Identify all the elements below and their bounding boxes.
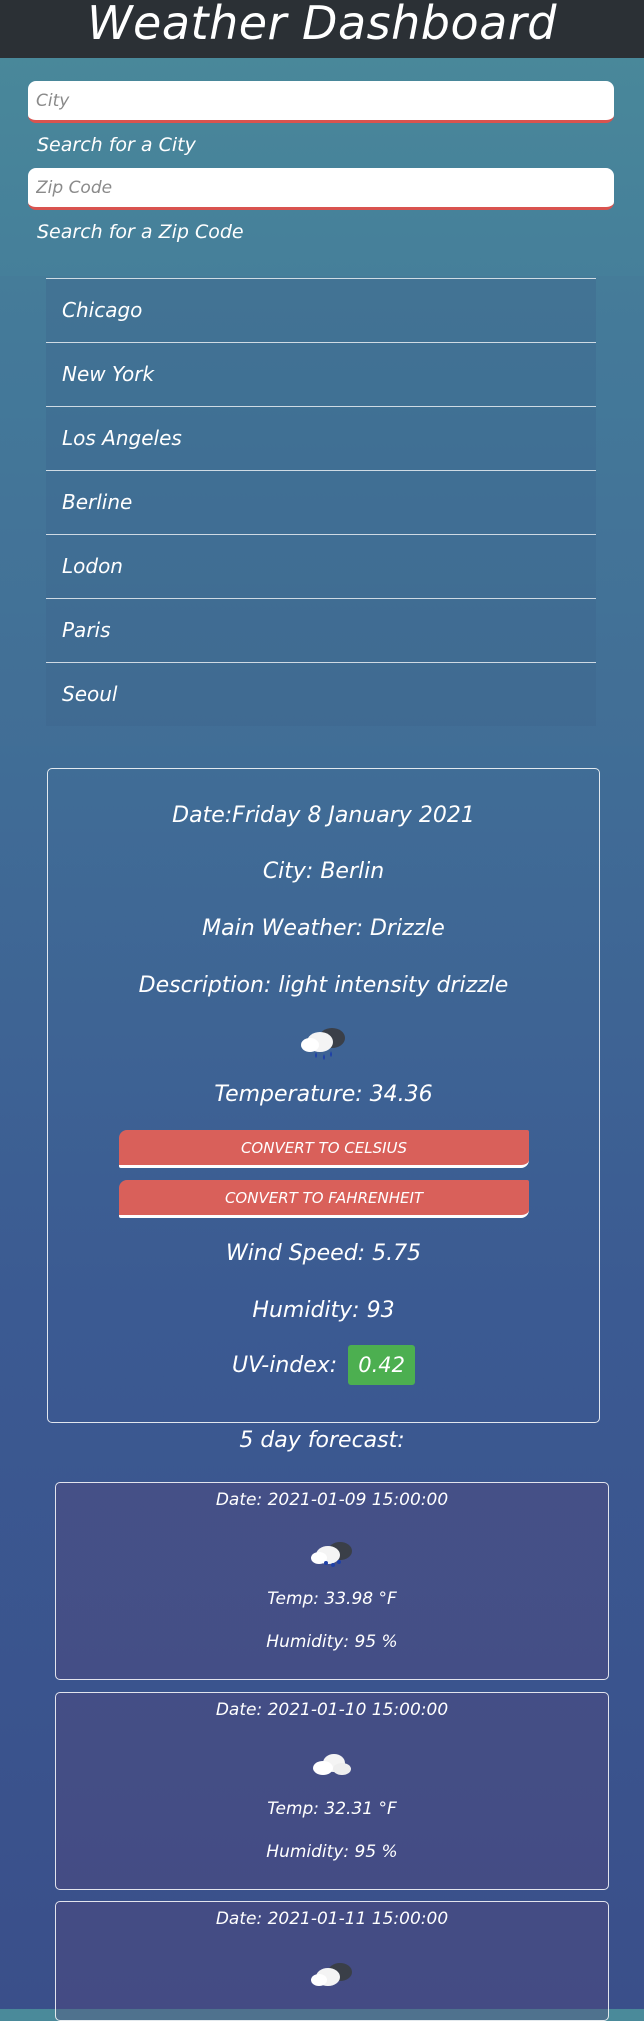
current-weather-card: Date:Friday 8 January 2021 City: Berlin … (47, 768, 600, 1423)
city-item-lodon[interactable]: Lodon (46, 534, 596, 598)
current-humidity: Humidity: 93 (252, 1298, 395, 1323)
drizzle-cloud-icon (300, 1028, 345, 1060)
zip-search-label[interactable]: Search for a Zip Code (37, 221, 244, 243)
current-main-weather: Main Weather: Drizzle (202, 916, 445, 941)
cloud-icon (313, 1754, 351, 1775)
current-date: Date:Friday 8 January 2021 (172, 803, 475, 828)
city-search-input[interactable] (36, 91, 606, 111)
dark-cloud-icon (311, 1963, 352, 1986)
forecast-card: Date: 2021-01-11 15:00:00 (55, 1901, 609, 2021)
forecast-card: Date: 2021-01-09 15:00:00 Temp: 33.98 °F… (55, 1482, 609, 1680)
city-search-label[interactable]: Search for a City (37, 134, 196, 156)
forecast-card: Date: 2021-01-10 15:00:00 Temp: 32.31 °F… (55, 1692, 609, 1890)
current-wind-speed: Wind Speed: 5.75 (225, 1241, 422, 1266)
city-item-los-angeles[interactable]: Los Angeles (46, 406, 596, 470)
zip-search-field[interactable] (28, 168, 614, 210)
city-search-field[interactable] (28, 81, 614, 123)
city-item-paris[interactable]: Paris (46, 598, 596, 662)
forecast-humidity: Humidity: 95 % (266, 1632, 398, 1652)
page-title: Weather Dashboard (87, 0, 557, 50)
current-city: City: Berlin (262, 859, 385, 884)
city-item-chicago[interactable]: Chicago (46, 278, 596, 342)
forecast-title: 5 day forecast: (239, 1428, 405, 1453)
current-temperature: Temperature: 34.36 (214, 1082, 433, 1107)
current-description: Description: light intensity drizzle (138, 973, 509, 998)
zip-search-input[interactable] (36, 178, 606, 198)
uv-index-label: UV-index: (232, 1353, 338, 1378)
city-item-berline[interactable]: Berline (46, 470, 596, 534)
forecast-date: Date: 2021-01-09 15:00:00 (215, 1490, 449, 1510)
forecast-humidity: Humidity: 95 % (266, 1842, 398, 1862)
app-header: Weather Dashboard (0, 0, 644, 58)
forecast-date: Date: 2021-01-10 15:00:00 (215, 1700, 449, 1720)
rain-snow-cloud-icon (311, 1542, 352, 1567)
city-item-new-york[interactable]: New York (46, 342, 596, 406)
convert-celsius-button[interactable]: Convert to celsius (119, 1130, 529, 1168)
city-history-list: Chicago New York Los Angeles Berline Lod… (46, 278, 596, 726)
forecast-temp: Temp: 32.31 °F (267, 1799, 397, 1819)
uv-index-badge: 0.42 (348, 1345, 415, 1385)
forecast-date: Date: 2021-01-11 15:00:00 (215, 1909, 449, 1929)
uv-index-row: UV-index: 0.42 (48, 1345, 599, 1385)
city-item-seoul[interactable]: Seoul (46, 662, 596, 726)
convert-fahrenheit-button[interactable]: Convert to fahrenheit (119, 1180, 529, 1218)
forecast-temp: Temp: 33.98 °F (267, 1589, 397, 1609)
